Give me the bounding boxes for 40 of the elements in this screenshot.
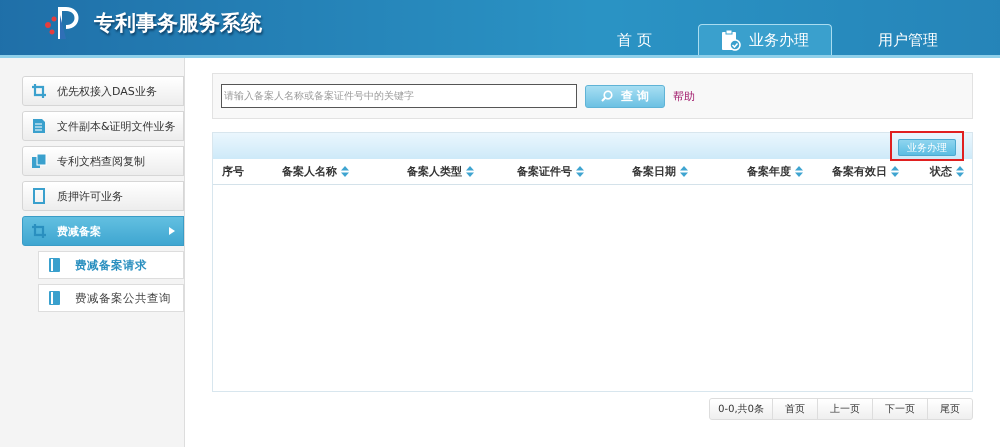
document-icon [31,118,47,134]
book-icon [47,290,63,306]
page-button[interactable]: 下一页 [872,399,927,419]
column-header: 备案有效日 [832,164,887,179]
column-header: 序号 [222,164,244,179]
sort-icon[interactable] [341,166,349,177]
column-header: 备案日期 [632,164,676,179]
sidebar-item[interactable]: 文件副本&证明文件业务 [22,111,184,141]
search-field[interactable]: 请输入备案人名称或备案证件号中的关键字 [221,84,577,108]
column-header: 备案人名称 [282,164,337,179]
page-icon [31,188,47,204]
page-button[interactable]: 首页 [772,399,817,419]
sidebar-item[interactable]: 优先权接入DAS业务 [22,76,184,106]
column-header: 状态 [930,164,952,179]
search-icon [600,90,613,102]
help-link[interactable]: 帮助 [673,88,695,104]
sort-icon[interactable] [891,166,899,177]
sidebar-subitem[interactable]: 费减备案公共查询 [38,284,184,312]
clipboard-icon [721,29,741,51]
page-button[interactable]: 上一页 [817,399,872,419]
nav-tab[interactable]: 首 页 [595,25,674,55]
sidebar-subitem[interactable]: 费减备案请求 [38,251,184,279]
page-button[interactable]: 尾页 [927,399,972,419]
column-header: 备案年度 [747,164,791,179]
sort-icon[interactable] [466,166,474,177]
sidebar-item[interactable]: 专利文档查阅复制 [22,146,184,176]
nav-tab[interactable]: 用户管理 [856,25,960,55]
crop-icon [31,83,47,99]
sort-icon[interactable] [795,166,803,177]
copy-icon [31,153,47,169]
sort-icon[interactable] [576,166,584,177]
sort-icon[interactable] [956,166,964,177]
record-count: 0-0,共0条 [717,402,765,417]
sidebar-item[interactable]: 质押许可业务 [22,181,184,211]
sort-icon[interactable] [680,166,688,177]
column-header: 备案证件号 [517,164,572,179]
column-header: 备案人类型 [407,164,462,179]
app-title: 专利事务服务系统 [94,10,262,37]
book-icon [47,257,63,273]
crop-icon [31,223,47,239]
